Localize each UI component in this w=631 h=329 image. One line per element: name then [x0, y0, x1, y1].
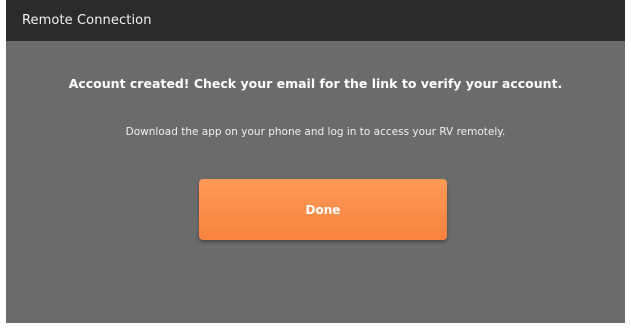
instruction-text: Download the app on your phone and log i…: [125, 126, 506, 138]
title-bar: Remote Connection: [6, 0, 625, 41]
done-button[interactable]: Done: [199, 179, 447, 240]
remote-connection-panel: Remote Connection Account created! Check…: [6, 0, 625, 323]
success-message: Account created! Check your email for th…: [68, 76, 563, 91]
page-title: Remote Connection: [22, 13, 152, 28]
